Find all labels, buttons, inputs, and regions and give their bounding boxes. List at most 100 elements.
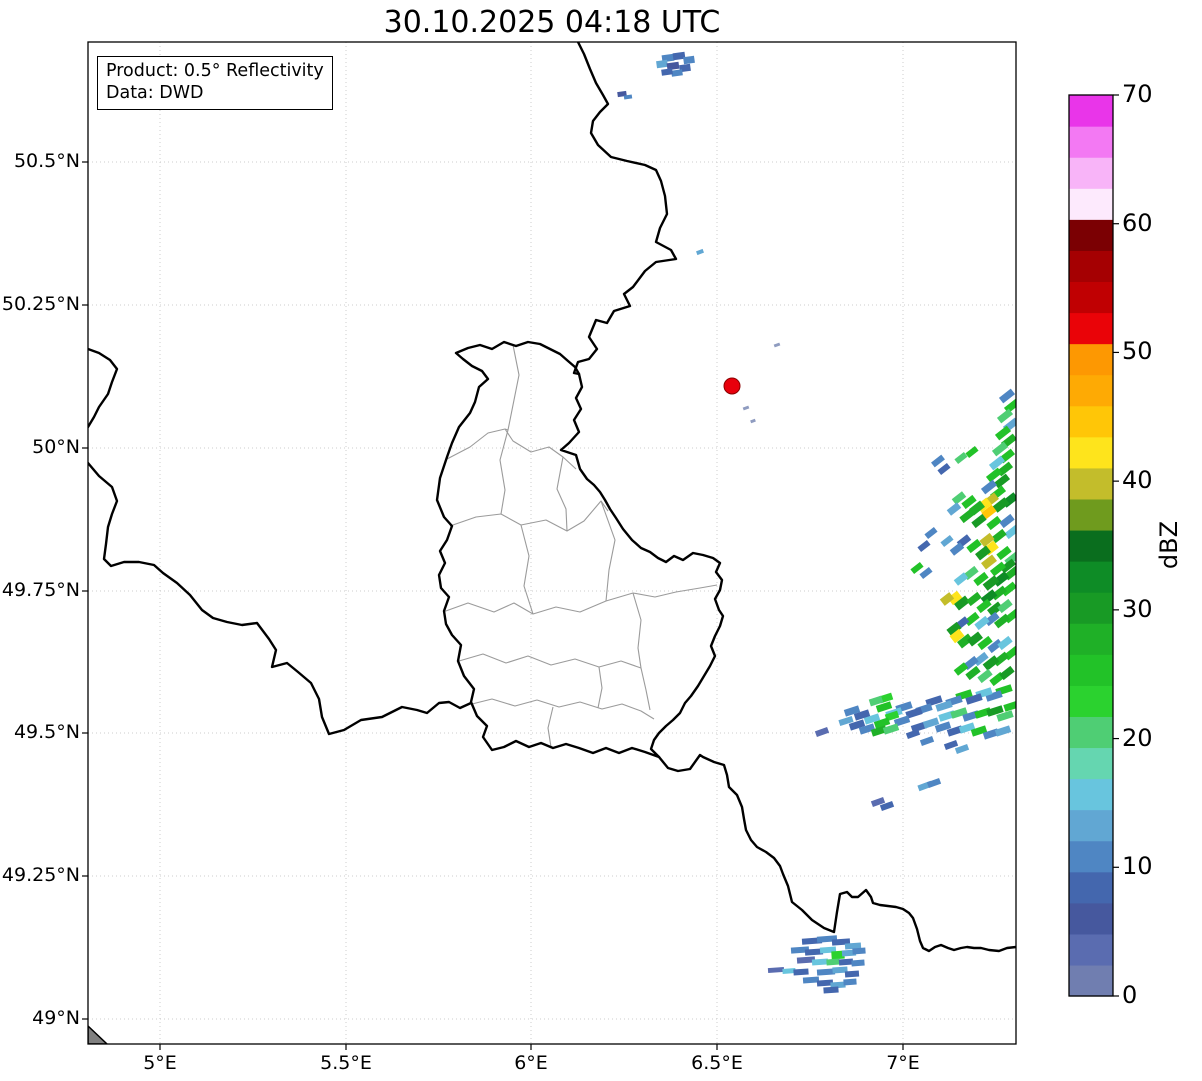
regional-border [597,666,603,709]
y-tick-label: 49.25°N [1,864,80,886]
regional-border [504,344,520,431]
colorbar-segment [1069,157,1113,189]
corner-land-patch [88,1024,109,1044]
regional-border [471,698,655,720]
radar-echo-cell [838,958,854,966]
colorbar-segment [1069,188,1113,220]
colorbar-tick-label: 70 [1122,80,1153,108]
colorbar-segment [1069,902,1113,935]
national-border [657,753,1016,953]
national-border [88,347,119,429]
radar-echo-cell [997,598,1013,614]
colorbar-segment [1069,654,1113,686]
radar-echo-cell [937,462,951,476]
product-info-box: Product: 0.5° Reflectivity Data: DWD [97,56,333,110]
y-tick-label: 50.25°N [1,293,80,315]
radar-echo-cell [1003,700,1016,712]
colorbar-segment [1069,343,1113,376]
axis-ticks [82,161,904,1050]
regional-border [499,429,509,515]
colorbar-segment [1069,529,1113,562]
radar-echo-cell [656,59,668,69]
x-tick-label: 5°E [143,1052,177,1074]
colorbar-tick-label: 60 [1122,208,1153,237]
radar-echo-cell [997,635,1013,651]
colorbar-segment [1069,312,1113,345]
colorbar [1068,94,1119,997]
radar-echo-cell [742,405,750,411]
colorbar-segment [1069,778,1113,811]
colorbar-segment [1069,592,1113,624]
radar-echo-cell [999,513,1015,529]
colorbar-segment [1069,933,1113,966]
colorbar-tick-label: 0 [1122,981,1138,1009]
radar-echo-cell [946,502,962,516]
regional-border [547,706,554,748]
radar-echo-cell [954,451,968,465]
national-border [435,340,725,759]
product-line: Product: 0.5° Reflectivity [106,61,324,81]
regional-border [458,653,642,669]
regional-border [632,592,651,711]
colorbar-segment [1069,871,1113,904]
radar-site-marker [723,377,741,395]
radar-echo-cell [852,947,866,955]
radar-echo-cell [966,591,982,607]
colorbar-tick-label: 40 [1122,466,1153,495]
regional-border [449,500,609,532]
radar-echo-cell [910,561,924,575]
y-tick-label: 49.75°N [1,579,80,601]
radar-echo-cell [917,539,931,553]
radar-echo-cell [926,777,942,789]
colorbar-segment [1069,840,1113,873]
radar-echo-cell [919,566,933,580]
radar-echo-cell [986,515,1002,531]
colorbar-segment [1069,405,1113,438]
regional-border [600,500,616,602]
colorbar-segment [1069,126,1113,158]
map-frame [87,41,1017,1045]
y-tick-label: 49.5°N [13,721,80,743]
radar-echo-cell [931,454,945,468]
colorbar-segment [1069,747,1113,780]
radar-echo-cell [802,976,820,984]
radar-echo-cell [843,978,857,986]
colorbar-segment [1069,716,1113,749]
colorbar-tick-label: 10 [1122,852,1153,881]
radar-echo-cell [696,248,704,256]
radar-echo-cell [811,958,829,966]
radar-echo-cell [940,534,954,548]
radar-echo-cell [826,958,840,966]
colorbar-segment [1069,561,1113,593]
radar-map-canvas [82,41,1119,1050]
colorbar-segment [1069,964,1113,997]
gridlines [88,42,1016,1044]
radar-figure: 30.10.2025 04:18 UTC Product: 0.5° Refle… [0,0,1202,1081]
x-tick-label: 6.5°E [691,1052,743,1074]
colorbar-segment [1069,623,1113,655]
colorbar-tick-label: 30 [1122,594,1153,623]
regional-border [442,584,718,615]
x-tick-label: 7°E [886,1052,920,1074]
radar-echo-cell [1004,524,1016,540]
radar-echo-cell [851,959,865,967]
x-tick-label: 5.5°E [320,1052,372,1074]
colorbar-segment [1069,281,1113,314]
y-tick-label: 50°N [32,436,80,458]
colorbar-segment [1069,95,1113,127]
radar-echo-cell [994,725,1012,737]
colorbar-segment [1069,685,1113,717]
radar-echo-cell [661,68,673,76]
radar-echo-cell [816,968,836,976]
data-source-line: Data: DWD [106,83,204,104]
colorbar-segment [1069,436,1113,469]
colorbar-segment [1069,498,1113,531]
national-border [88,461,473,736]
colorbar-segment [1069,250,1113,283]
regional-border [446,428,577,470]
radar-echo-cell [773,342,781,348]
x-tick-label: 6°E [514,1052,548,1074]
y-tick-label: 50.5°N [13,150,80,172]
map-content [88,42,1016,1044]
colorbar-axis-label: dBZ [1155,520,1183,570]
